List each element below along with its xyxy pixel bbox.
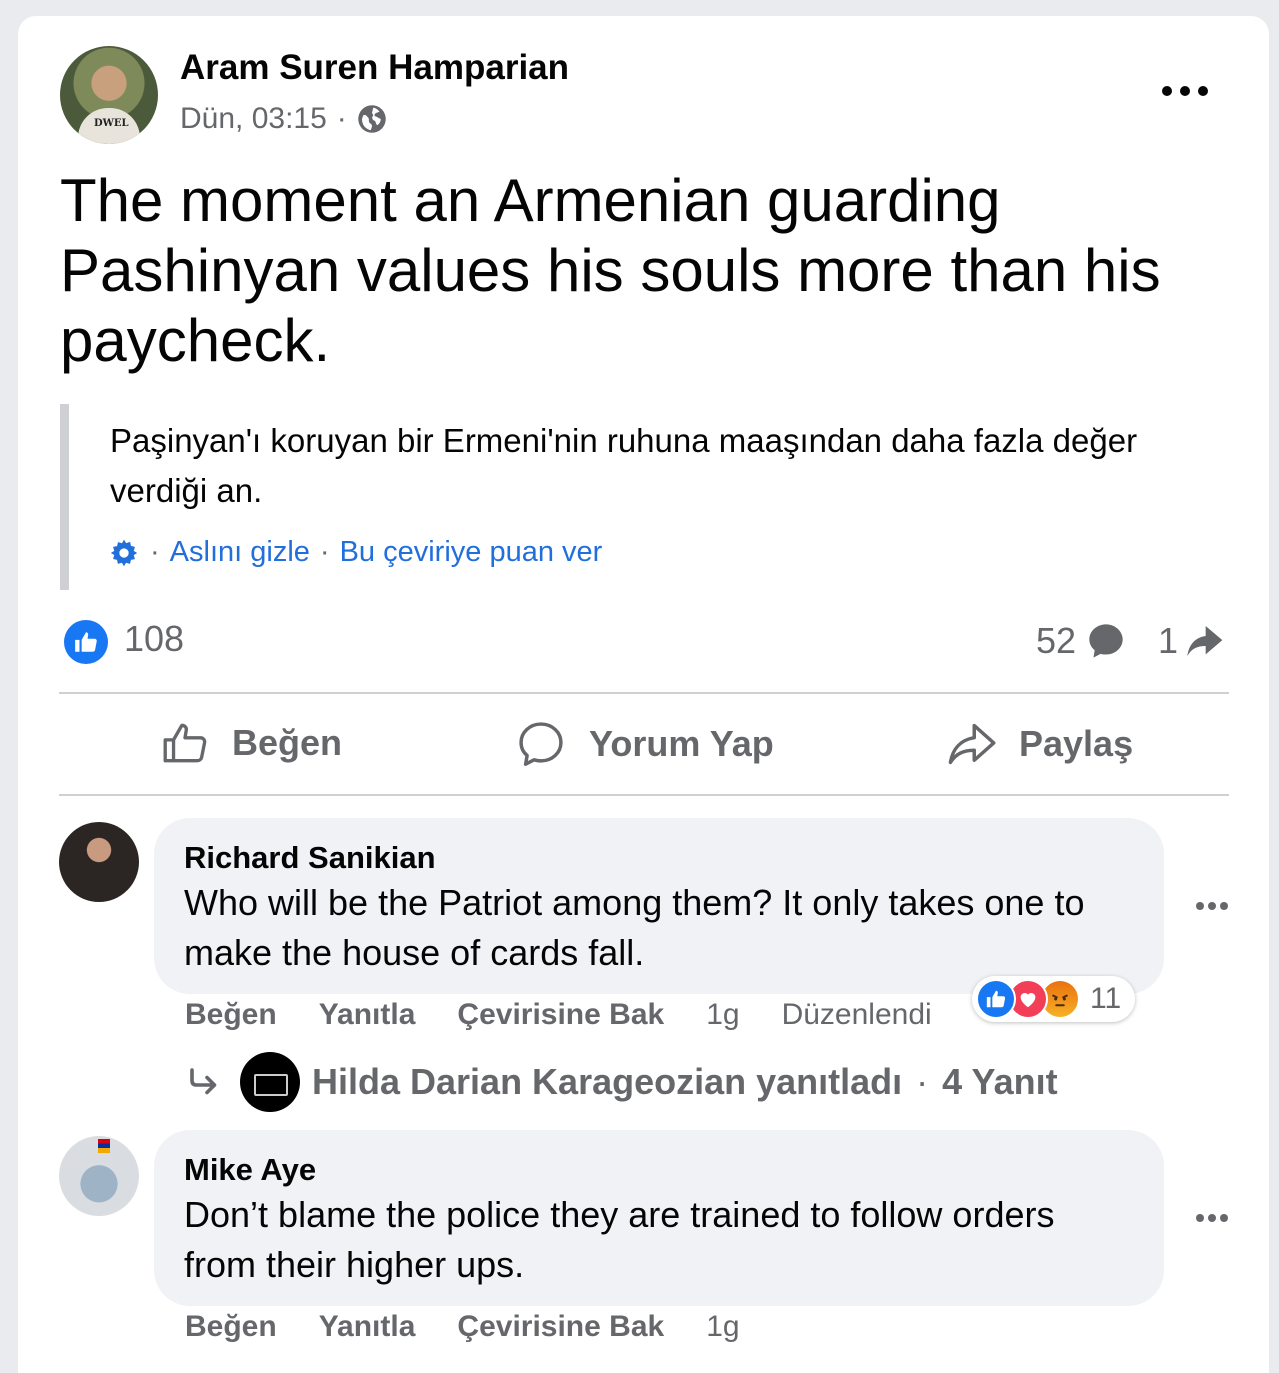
comment-edited: Düzenlendi	[781, 998, 932, 1031]
like-reaction-icon[interactable]	[64, 620, 108, 664]
comment-reply-button[interactable]: Yanıtla	[319, 1310, 416, 1344]
comment-count-text: 52	[1036, 620, 1077, 661]
dot	[1220, 902, 1228, 910]
comment-text: Don’t blame the police they are trained …	[184, 1194, 1055, 1285]
reply-separator: ·	[916, 1061, 929, 1102]
link-separator: ·	[150, 536, 160, 568]
translated-text: Paşinyan'ı koruyan bir Ermeni'nin ruhuna…	[110, 422, 1138, 509]
divider	[59, 692, 1229, 694]
share-arrow-icon	[1187, 626, 1223, 656]
comment-bubble: Richard Sanikian Who will be the Patriot…	[154, 818, 1164, 994]
comment-options-icon[interactable]	[1196, 900, 1228, 912]
dot	[1208, 1214, 1216, 1222]
dot	[1196, 1214, 1204, 1222]
thumbs-up-icon	[75, 632, 97, 652]
reaction-count[interactable]: 108	[124, 618, 184, 660]
share-button[interactable]: Paylaş	[945, 718, 1133, 770]
dot	[1162, 86, 1172, 96]
link-separator: ·	[319, 536, 330, 568]
comment-bubble: Mike Aye Don’t blame the police they are…	[154, 1130, 1164, 1306]
post-meta: Dün, 03:15 ·	[180, 102, 387, 136]
avatar-shirt-text: DWEL	[94, 118, 129, 129]
author-avatar[interactable]: DWEL	[60, 46, 158, 144]
commenter-name[interactable]: Richard Sanikian	[184, 838, 1134, 878]
comment-reactions[interactable]: 11	[972, 976, 1136, 1022]
dot	[1196, 902, 1204, 910]
thumbs-up-icon	[986, 990, 1006, 1008]
comment-button-label: Yorum Yap	[589, 723, 774, 764]
dot	[1220, 1214, 1228, 1222]
comment-like-button[interactable]: Beğen	[185, 998, 277, 1032]
translation-links: · Aslını gizle · Bu çeviriye puan ver	[108, 536, 602, 569]
comment-translate-button[interactable]: Çevirisine Bak	[457, 998, 664, 1032]
comment-actions: Beğen Yanıtla Çevirisine Bak 1g Düzenlen…	[185, 998, 932, 1032]
reply-arrow-icon	[190, 1068, 217, 1095]
share-outline-icon	[948, 723, 996, 765]
post-options-icon[interactable]	[1162, 76, 1208, 106]
commenter-avatar[interactable]	[59, 822, 139, 902]
post-time[interactable]: Dün, 03:15	[180, 102, 327, 136]
translation-bar	[60, 404, 69, 590]
comment-bubble-icon	[1089, 624, 1123, 658]
comment-text: Who will be the Patriot among them? It o…	[184, 882, 1085, 973]
dot	[1198, 86, 1208, 96]
comment-reply-button[interactable]: Yanıtla	[319, 998, 416, 1032]
thumbs-up-outline-icon	[163, 723, 207, 763]
commenter-avatar[interactable]	[59, 1136, 139, 1216]
like-reaction-icon	[976, 979, 1016, 1019]
comment-like-button[interactable]: Beğen	[185, 1310, 277, 1344]
share-count[interactable]: 1	[1158, 620, 1224, 662]
comment-actions: Beğen Yanıtla Çevirisine Bak 1g	[185, 1310, 740, 1344]
divider	[59, 794, 1229, 796]
author-name[interactable]: Aram Suren Hamparian	[180, 48, 569, 88]
post-text: The moment an Armenian guarding Pashinya…	[60, 167, 1161, 374]
heart-icon	[1020, 993, 1036, 1008]
gear-icon[interactable]	[108, 537, 140, 569]
dot	[1180, 86, 1190, 96]
globe-icon	[358, 105, 386, 133]
armenian-flag-icon	[98, 1139, 110, 1153]
rate-translation-link[interactable]: Bu çeviriye puan ver	[340, 536, 603, 569]
angry-face-icon	[1052, 994, 1068, 1007]
comment-count[interactable]: 52	[1036, 620, 1126, 662]
like-button[interactable]: Beğen	[160, 718, 342, 768]
reply-count: 4 Yanıt	[942, 1061, 1058, 1102]
comment-age[interactable]: 1g	[706, 1310, 739, 1344]
comment-age[interactable]: 1g	[706, 998, 739, 1032]
share-count-text: 1	[1158, 620, 1179, 661]
comment-outline-icon	[519, 722, 563, 766]
share-button-label: Paylaş	[1019, 723, 1134, 764]
meta-separator: ·	[336, 102, 347, 135]
view-replies-link[interactable]: Hilda Darian Karageozian yanıtladı · 4 Y…	[186, 1052, 1058, 1112]
avatar-shirt: DWEL	[78, 108, 140, 144]
comment-translate-button[interactable]: Çevirisine Bak	[457, 1310, 664, 1344]
hide-original-link[interactable]: Aslını gizle	[170, 536, 310, 569]
comment-options-icon[interactable]	[1196, 1212, 1228, 1224]
comment-button[interactable]: Yorum Yap	[515, 718, 774, 770]
replier-avatar	[240, 1052, 300, 1112]
commenter-name[interactable]: Mike Aye	[184, 1150, 1134, 1190]
like-button-label: Beğen	[232, 722, 343, 763]
replier-summary: Hilda Darian Karageozian yanıtladı	[312, 1061, 903, 1102]
dot	[1208, 902, 1216, 910]
comment-reaction-count: 11	[1090, 982, 1122, 1015]
